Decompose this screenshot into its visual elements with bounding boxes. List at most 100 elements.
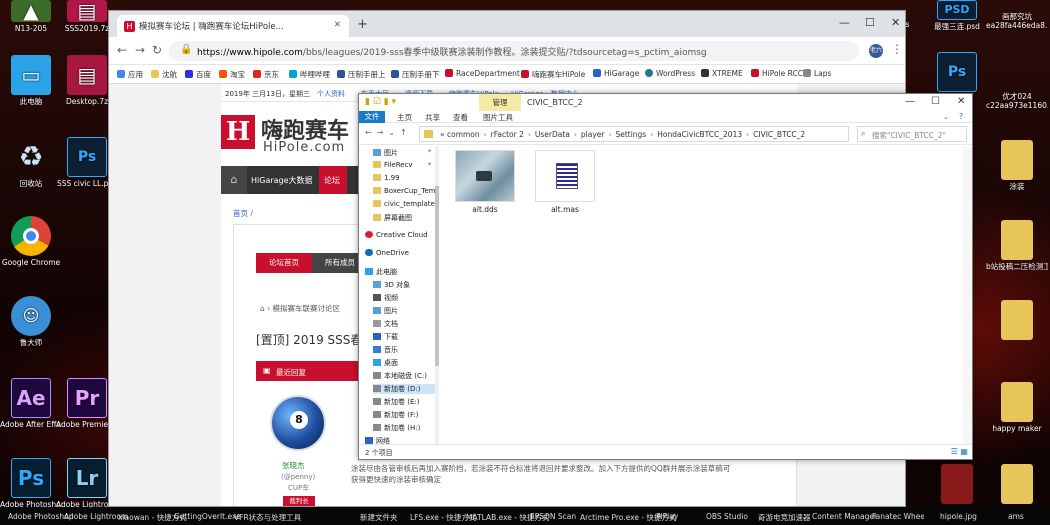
explorer-nav-icons[interactable]: ←→⌄↑ [365,128,412,137]
taskbar-label[interactable]: Fanatec Wheel Property Page [872,512,924,521]
bookmark-item[interactable]: 百度 [185,69,211,80]
path-segment[interactable]: player [581,130,605,139]
path-segment[interactable]: CIVIC_BTCC_2 [753,130,805,139]
desktop-icon-n13[interactable]: ▲ N13-205 [0,0,62,33]
nav-item[interactable]: OneDrive [365,249,429,257]
home-icon[interactable]: ⌂ [260,304,265,313]
bookmark-item[interactable]: 应用 [117,69,143,80]
url-field[interactable]: 🔒 https://www.hipole.com/bbs/leagues/201… [169,41,859,61]
close-tab-icon[interactable]: ✕ [334,20,341,30]
taskbar-label[interactable]: GettingOverIt.exe [174,512,241,521]
bookmark-item[interactable]: 淘宝 [219,69,245,80]
path-segment[interactable]: UserData [535,130,570,139]
desktop-icon-hipole-jpg[interactable] [926,464,988,506]
nav-item[interactable]: civic_template [373,200,437,208]
profile-avatar[interactable]: 老六 [869,44,883,58]
taskbar-label[interactable]: EPSON Scan [530,512,576,521]
ribbon-tab-home[interactable]: 主页 [397,112,412,123]
file-area-scrollbar[interactable] [963,146,972,444]
desktop-icon-psd2[interactable]: Ps [926,52,988,94]
path-segment[interactable]: Settings [615,130,646,139]
nav-item-selected[interactable]: 新加卷 (D:) [373,384,437,394]
bookmark-item[interactable]: 沈航 [151,69,177,80]
desktop-icon-recycle-bin[interactable]: ♻ 回收站 [0,137,62,188]
reload-icon[interactable]: ↻ [152,43,162,57]
path-segment[interactable]: HondaCivicBTCC_2013 [657,130,742,139]
desktop-icon-youcai[interactable]: 优才024 c22aa973e1160... [986,92,1048,110]
desktop-icon-ludashi[interactable]: ☺ 鲁大师 [0,296,62,347]
back-icon[interactable]: ← [117,43,127,57]
taskbar-label[interactable]: hipole.jpg [940,512,977,521]
nav-item[interactable]: 新加卷 (H:) [373,423,437,433]
breadcrumb-home[interactable]: 首页 [233,209,248,218]
minimize-icon[interactable]: — [839,16,850,29]
taskbar-label[interactable]: VFR状态与处理工具 [234,512,301,523]
forum-crumb-label[interactable]: 模拟赛车联赛讨论区 [273,304,341,313]
taskbar-label[interactable]: 新建文件夹 [360,512,398,523]
user-avatar[interactable] [270,395,326,451]
nav-item-higarage[interactable]: HiGarage大数据 [251,175,313,186]
bookmark-item[interactable]: 压制手册上 [337,69,386,80]
desktop-icon-photoshop[interactable]: Ps Adobe Photoshop [0,458,62,509]
nav-item[interactable]: 图片 [373,306,437,316]
taskbar-label[interactable]: 奇游电竞加速器 [758,512,811,523]
quick-access-toolbar-icon[interactable]: ▮ ☑ ▮ ▾ [365,97,396,107]
bookmark-item[interactable]: 嗨跑赛车HiPole [521,69,585,80]
nav-item[interactable]: 1.99 [373,174,437,182]
bookmark-item[interactable]: 京东 [253,69,279,80]
nav-pane-scrollbar[interactable] [435,146,439,444]
view-toggle-icons[interactable]: ☰ ▦ [951,447,968,456]
recent-replies-button[interactable]: 最近回复 [256,361,366,381]
nav-item[interactable]: 下载 [373,332,437,342]
desktop-icon-image-top[interactable]: 画那究坑 ea28fa446eda8... [986,12,1048,30]
nav-item[interactable]: 新加卷 (F:) [373,410,437,420]
bookmark-item[interactable]: HiPole RCC [751,69,803,78]
close-window-icon[interactable]: ✕ [957,96,965,107]
nav-item[interactable]: 新加卷 (E:) [373,397,437,407]
explorer-path-field[interactable]: « common › rFactor 2 › UserData › player › Setti… [419,126,849,142]
chevron-down-icon[interactable]: ⌄ [943,112,949,121]
desktop-icon-bilibili-tool[interactable]: b站投稿二压检测工具 [986,220,1048,271]
nav-item[interactable]: 音乐 [373,345,437,355]
ribbon-tab-view[interactable]: 查看 [453,112,468,123]
menu-dots-icon[interactable]: ⋮ [891,42,903,56]
bookmark-item[interactable]: 压制手册下 [391,69,440,80]
browser-tab[interactable]: H 模拟赛车论坛 | 嗨跑赛车论坛HiPole... ✕ [117,15,349,37]
nav-item[interactable]: BoxerCup_Tem [373,187,437,195]
taskbar-label[interactable]: PlPlay [656,512,678,521]
desktop-icon-chrome[interactable]: Google Chrome [0,216,62,267]
bookmark-item[interactable]: RaceDepartment [445,69,520,78]
bookmark-item[interactable]: 哔哩哔哩 [289,69,330,80]
desktop-icon-happy-maker[interactable]: happy maker [986,382,1048,433]
path-segment[interactable]: common [447,130,480,139]
nav-item[interactable]: Creative Cloud F [365,231,429,239]
nav-item[interactable]: 文档 [373,319,437,329]
minimize-icon[interactable]: — [905,96,915,107]
help-icon[interactable]: ? [959,112,963,121]
tab-forum-home[interactable]: 论坛首页 [256,253,312,273]
site-logo[interactable]: H 嗨跑赛车 HiPole.com [221,111,361,159]
ribbon-tab-picture-tools[interactable]: 图片工具 [483,112,513,123]
user-name[interactable]: 张晓杰 [282,460,305,471]
maximize-icon[interactable]: ☐ [931,96,940,107]
explorer-search-field[interactable]: ⌕ 搜索"CIVIC_BTCC_2" [857,126,967,142]
nav-item[interactable]: 此电脑 [365,267,429,277]
nav-item[interactable]: 视频 [373,293,437,303]
taskbar-label[interactable]: Content Manager [812,512,877,521]
desktop-icon-this-pc[interactable]: ▭ 此电脑 [0,55,62,106]
home-icon[interactable]: ⌂ [221,166,247,194]
ribbon-tab-file[interactable]: 文件 [359,111,385,123]
maximize-icon[interactable]: ☐ [865,16,875,29]
close-window-icon[interactable]: ✕ [891,16,900,29]
taskbar-label[interactable]: ams [1008,512,1024,521]
desktop-icon-tuzhuang[interactable]: 涂装 [986,140,1048,191]
desktop-icon-after-effects[interactable]: Ae Adobe After Effects CC 2018 [0,378,62,429]
bookmark-item[interactable]: WordPress [645,69,695,78]
nav-item[interactable]: 本地磁盘 (C:) [373,371,437,381]
tab-manage[interactable]: 管理 [479,94,521,111]
forward-icon[interactable]: → [135,43,145,57]
desktop-icon-ams[interactable] [986,464,1048,506]
bookmark-item[interactable]: XTREME [701,69,743,78]
path-segment[interactable]: rFactor 2 [491,130,524,139]
new-tab-icon[interactable]: + [357,17,368,32]
